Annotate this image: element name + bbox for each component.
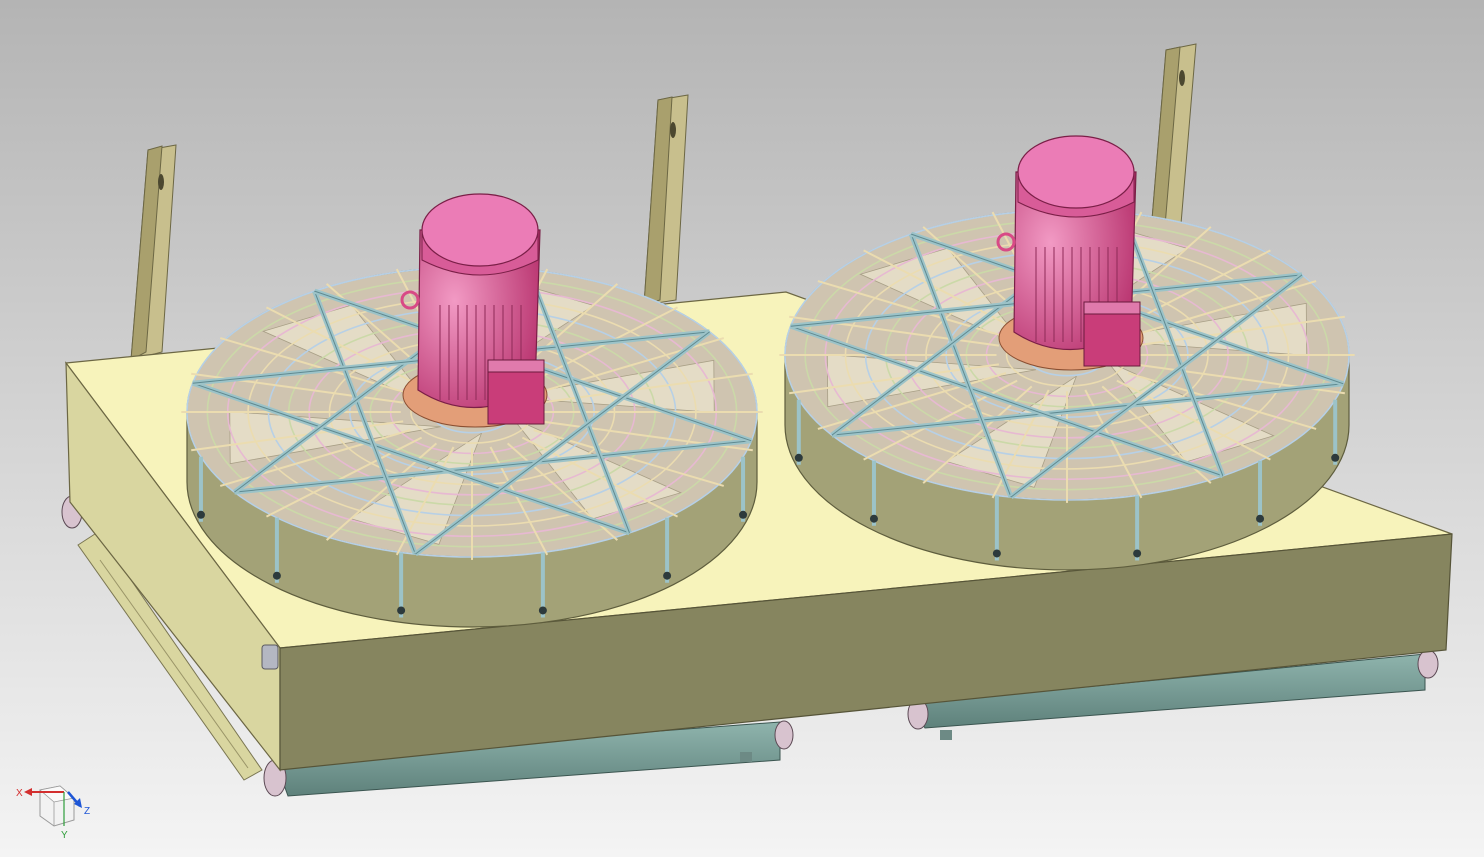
guard-bolt [397, 606, 406, 615]
motor-cap-top [1017, 135, 1135, 209]
motor-terminal-box [1083, 309, 1141, 367]
motor-terminal-lid [1083, 301, 1141, 315]
3d-model-scene[interactable]: X Z Y [0, 0, 1484, 857]
guard-bolt [992, 549, 1001, 558]
motor-cap-top [421, 193, 539, 267]
axis-y-label: Y [61, 830, 68, 841]
guard-bolt [196, 510, 205, 519]
motor-terminal-lid [487, 359, 545, 373]
guard-bolt [869, 514, 878, 523]
guard-bolt [739, 510, 748, 519]
guard-bolt [1133, 549, 1142, 558]
guard-bolt [1331, 453, 1340, 462]
guard-bolt [272, 571, 281, 580]
cad-viewport[interactable]: X Z Y [0, 0, 1484, 857]
axis-z-label: Z [84, 806, 90, 817]
guard-bolt [794, 453, 803, 462]
guard-bolt [1256, 514, 1265, 523]
guard-bolt [663, 571, 672, 580]
guard-bolt [538, 606, 547, 615]
motor-terminal-box [487, 367, 545, 425]
axis-x-label: X [16, 788, 23, 799]
